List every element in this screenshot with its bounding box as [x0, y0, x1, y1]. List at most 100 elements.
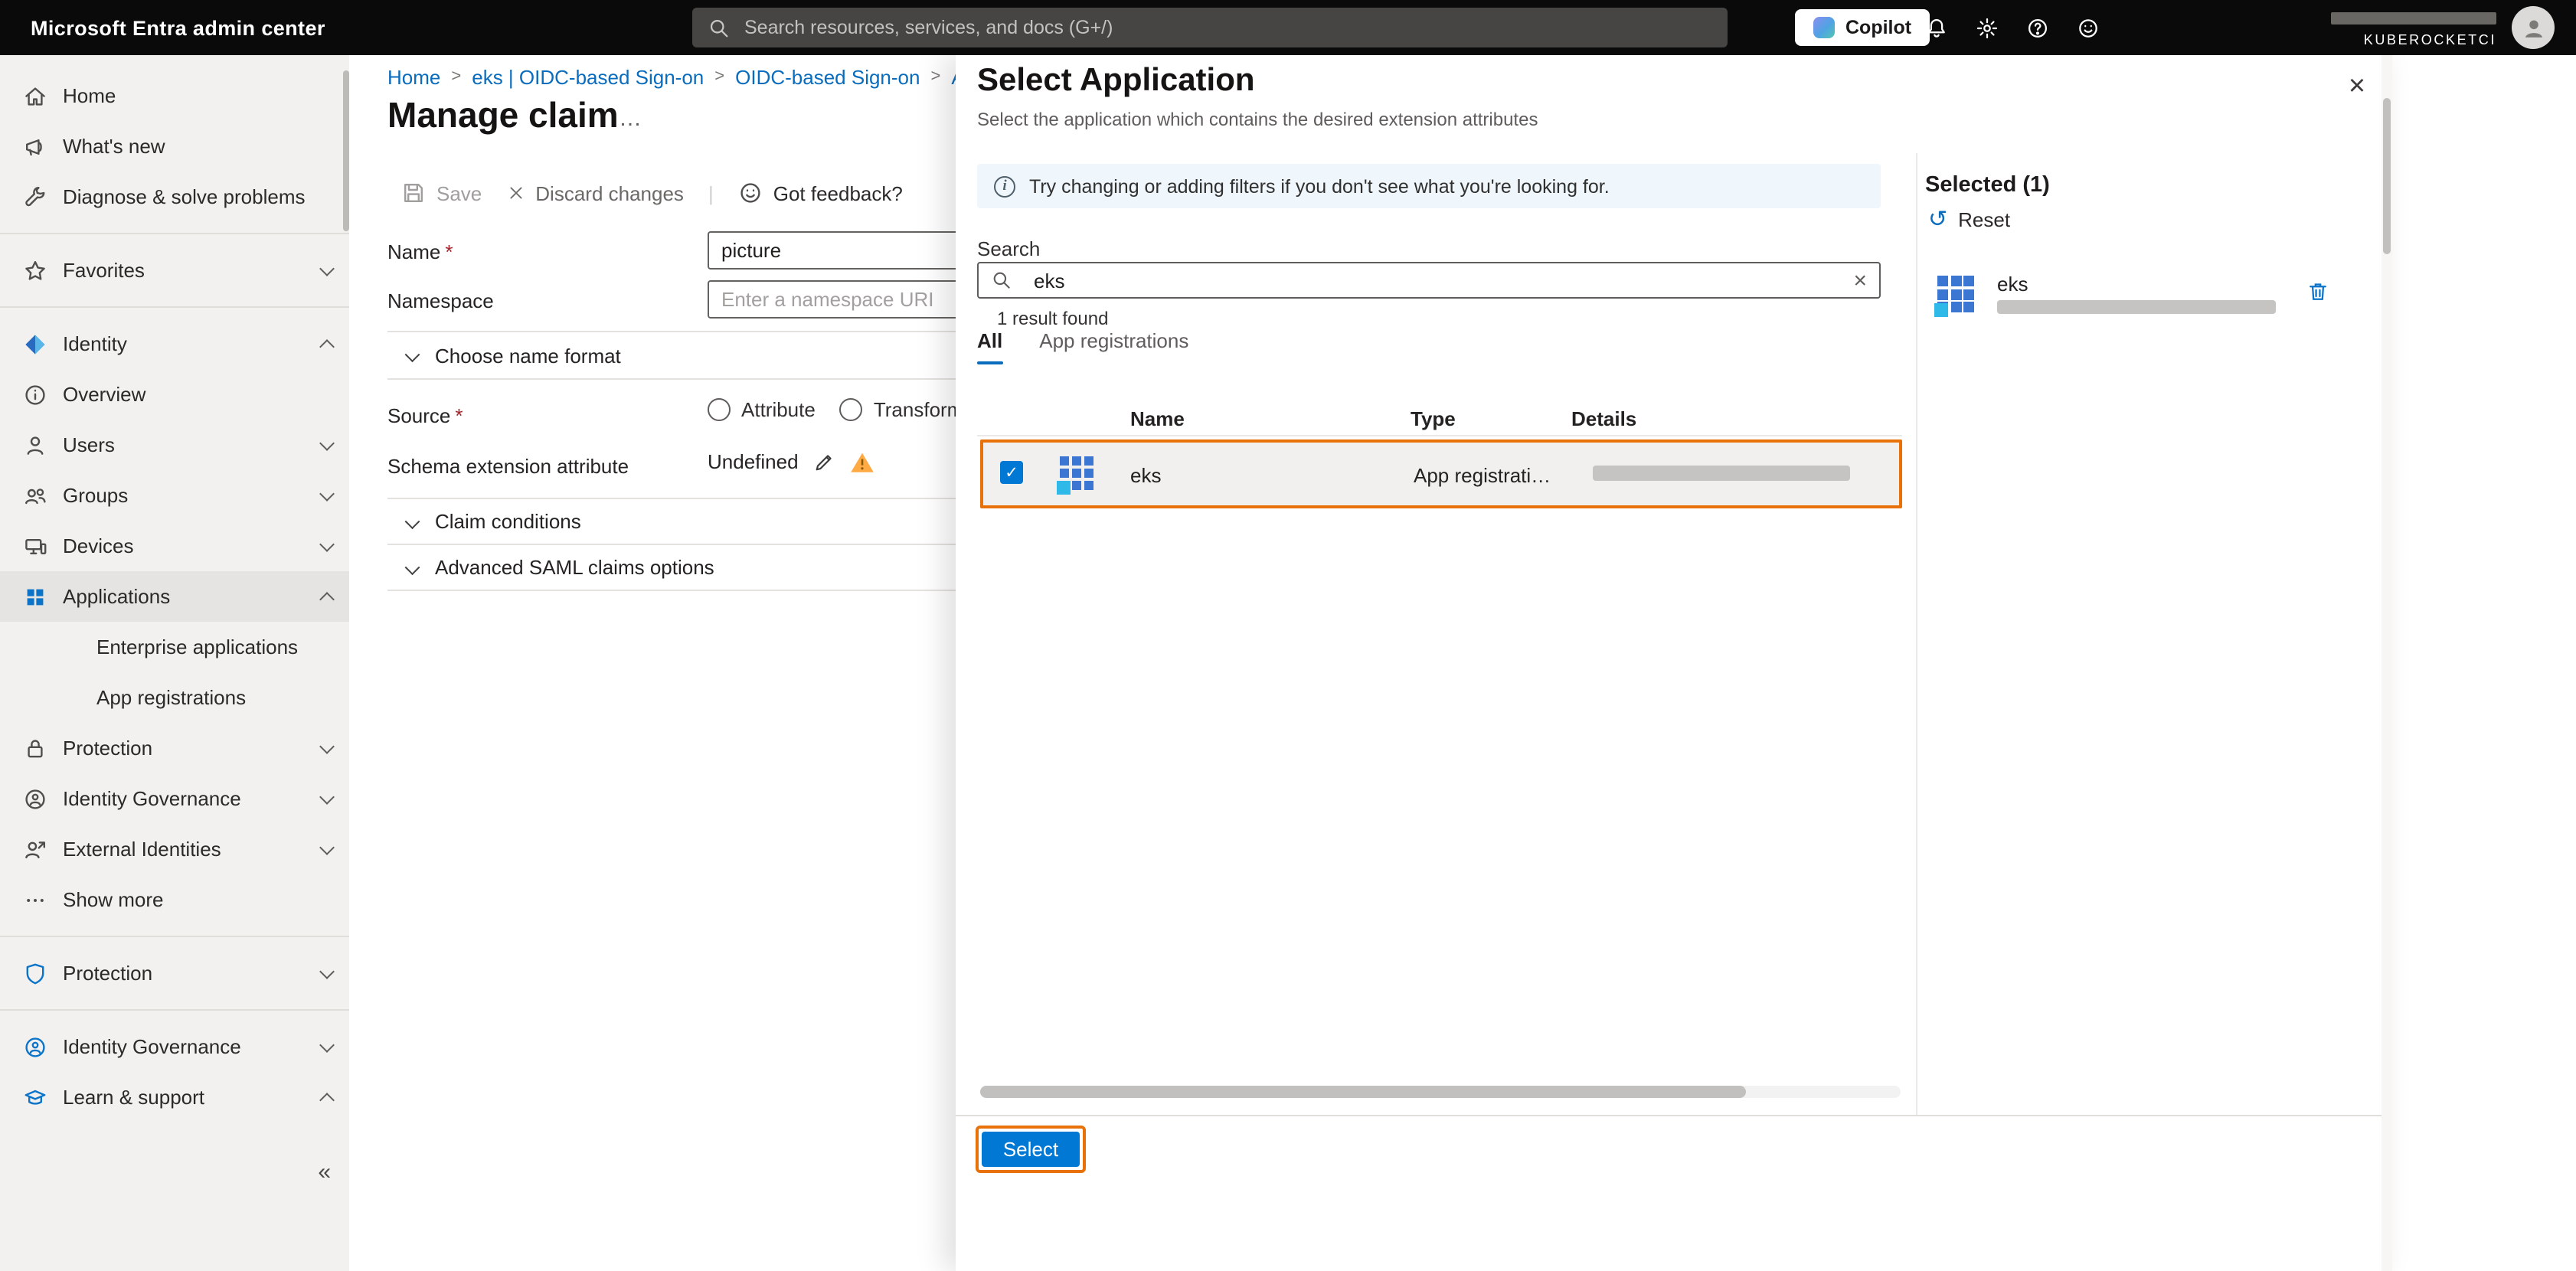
- horizontal-scrollbar-thumb[interactable]: [980, 1086, 1746, 1098]
- select-button-highlight: Select: [976, 1126, 1086, 1173]
- sidebar-item-label: Identity: [63, 332, 127, 355]
- sidebar-item-enterprise-applications[interactable]: Enterprise applications: [0, 622, 349, 672]
- sidebar-item-label: External Identities: [63, 838, 221, 861]
- horizontal-scrollbar[interactable]: [980, 1086, 1901, 1098]
- sidebar-item-overview[interactable]: Overview: [0, 369, 349, 420]
- sidebar-item-diagnose[interactable]: Diagnose & solve problems: [0, 172, 349, 222]
- vertical-scrollbar-thumb[interactable]: [2383, 98, 2391, 254]
- sidebar-divider: [0, 936, 349, 937]
- sidebar-item-show-more[interactable]: Show more: [0, 874, 349, 925]
- sidebar-item-identity[interactable]: Identity: [0, 319, 349, 369]
- redacted-details-bar: [1997, 300, 2276, 314]
- lock-icon: [21, 736, 49, 760]
- breadcrumb: Home > eks | OIDC-based Sign-on > OIDC-b…: [387, 66, 1025, 89]
- reset-label: Reset: [1958, 208, 2011, 231]
- governance-icon: [21, 1034, 49, 1059]
- close-icon[interactable]: ×: [2339, 69, 2375, 106]
- sidebar-item-identity-governance[interactable]: Identity Governance: [0, 773, 349, 824]
- sidebar-item-label: Protection: [63, 737, 153, 760]
- breadcrumb-app[interactable]: eks | OIDC-based Sign-on: [472, 66, 704, 89]
- column-header-details: Details: [1571, 407, 1637, 430]
- star-icon: [21, 258, 49, 283]
- result-count: 1 result found: [997, 308, 1109, 329]
- sidebar-item-label: Identity Governance: [63, 787, 241, 810]
- sidebar-item-label: Devices: [63, 534, 134, 557]
- sidebar-item-protection[interactable]: Protection: [0, 723, 349, 773]
- save-icon: [401, 181, 426, 205]
- tab-app-registrations[interactable]: App registrations: [1039, 329, 1188, 364]
- table-row[interactable]: ✓ eks App registrati…: [980, 439, 1902, 508]
- selected-item: eks: [1934, 270, 2329, 331]
- breadcrumb-signon[interactable]: OIDC-based Sign-on: [735, 66, 920, 89]
- sidebar-item-home[interactable]: Home: [0, 70, 349, 121]
- help-icon[interactable]: [2012, 0, 2061, 55]
- chevron-down-icon: [320, 263, 334, 277]
- sidebar-item-users[interactable]: Users: [0, 420, 349, 470]
- feedback-icon[interactable]: [2063, 0, 2112, 55]
- column-header-type: Type: [1411, 407, 1456, 430]
- clear-search-icon[interactable]: ×: [1853, 269, 1867, 292]
- wrench-icon: [21, 185, 49, 209]
- copilot-label: Copilot: [1845, 17, 1912, 38]
- sidebar-collapse-icon[interactable]: «: [318, 1159, 331, 1185]
- sidebar-scrollbar-thumb[interactable]: [343, 70, 349, 231]
- chevron-up-icon: [320, 1090, 334, 1104]
- discard-label: Discard changes: [535, 181, 684, 204]
- breadcrumb-home[interactable]: Home: [387, 66, 440, 89]
- settings-gear-icon[interactable]: [1962, 0, 2011, 55]
- chevron-down-icon: [320, 539, 334, 553]
- sidebar-item-devices[interactable]: Devices: [0, 521, 349, 571]
- accordion-label: Choose name format: [435, 344, 621, 367]
- more-options-icon[interactable]: …: [619, 106, 643, 132]
- sidebar-divider: [0, 306, 349, 308]
- sidebar-item-learn-support[interactable]: Learn & support: [0, 1072, 349, 1122]
- sidebar-item-whats-new[interactable]: What's new: [0, 121, 349, 172]
- sidebar-item-favorites[interactable]: Favorites: [0, 245, 349, 296]
- topbar: Microsoft Entra admin center Copilot KUB…: [0, 0, 2576, 55]
- global-search-input[interactable]: [744, 17, 1712, 38]
- reset-button[interactable]: ↺ Reset: [1928, 208, 2010, 231]
- sidebar-item-groups[interactable]: Groups: [0, 470, 349, 521]
- sidebar-item-label: Groups: [63, 484, 129, 507]
- sidebar-item-applications[interactable]: Applications: [0, 571, 349, 622]
- sidebar-item-app-registrations[interactable]: App registrations: [0, 672, 349, 723]
- sidebar-item-identity-governance-2[interactable]: Identity Governance: [0, 1021, 349, 1072]
- sidebar-item-protection-2[interactable]: Protection: [0, 948, 349, 998]
- select-button[interactable]: Select: [982, 1132, 1080, 1167]
- discard-changes-button[interactable]: Discard changes: [506, 181, 684, 204]
- avatar[interactable]: [2512, 6, 2555, 49]
- save-label: Save: [436, 181, 482, 204]
- app-registration-icon: [1934, 276, 1974, 316]
- radio-attribute[interactable]: Attribute: [708, 398, 816, 421]
- feedback-smiley-icon: [738, 181, 763, 205]
- info-icon: i: [994, 175, 1015, 197]
- chevron-down-icon: [407, 349, 420, 361]
- save-button[interactable]: Save: [401, 181, 482, 205]
- chevron-down-icon: [407, 561, 420, 573]
- checkbox-checked[interactable]: ✓: [1000, 461, 1023, 484]
- panel-footer-divider: [956, 1115, 2392, 1116]
- panel-search-input[interactable]: [1034, 269, 1832, 292]
- copilot-button[interactable]: Copilot: [1795, 9, 1930, 46]
- trash-icon[interactable]: [2306, 280, 2329, 303]
- sidebar-item-external-identities[interactable]: External Identities: [0, 824, 349, 874]
- chevron-down-icon: [320, 966, 334, 980]
- accordion-label: Advanced SAML claims options: [435, 556, 714, 579]
- chevron-up-icon: [320, 590, 334, 603]
- sidebar-item-label: Applications: [63, 585, 171, 608]
- got-feedback-button[interactable]: Got feedback?: [738, 181, 903, 205]
- search-icon: [991, 270, 1012, 291]
- ellipsis-icon: [21, 887, 49, 912]
- panel-tabs: All App registrations: [977, 329, 1188, 364]
- edit-pencil-icon[interactable]: [814, 451, 835, 472]
- account-tenant: KUBEROCKETCI: [2363, 32, 2496, 47]
- toolbar-divider: |: [708, 181, 714, 204]
- chevron-down-icon: [320, 488, 334, 502]
- tab-all[interactable]: All: [977, 329, 1002, 364]
- page-title: Manage claim: [387, 95, 619, 135]
- notifications-bell-icon[interactable]: [1911, 0, 1960, 55]
- sidebar-item-label: Enterprise applications: [96, 636, 299, 658]
- account-info[interactable]: KUBEROCKETCI: [2267, 11, 2496, 47]
- sidebar-divider: [0, 1009, 349, 1011]
- vertical-scrollbar[interactable]: [2381, 55, 2392, 1271]
